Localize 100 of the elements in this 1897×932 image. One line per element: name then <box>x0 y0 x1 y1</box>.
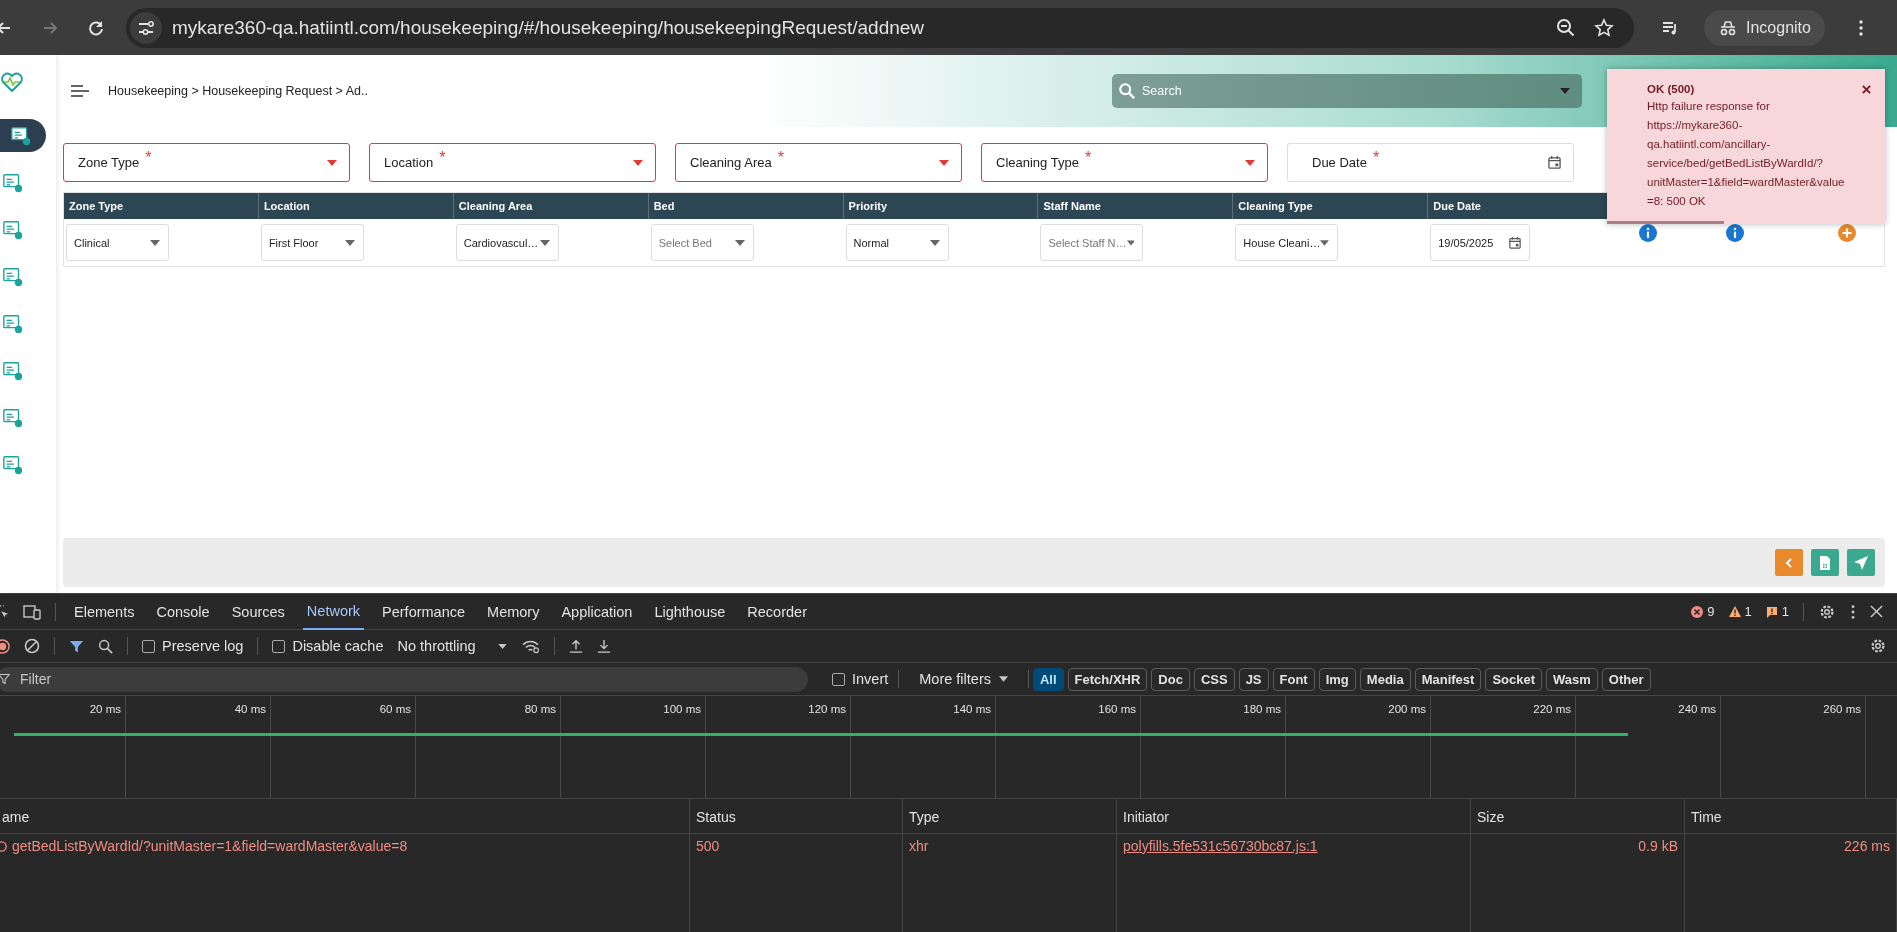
caret-icon <box>1245 159 1255 166</box>
type-filter-chip[interactable]: JS <box>1238 667 1269 691</box>
send-button[interactable] <box>1847 549 1875 576</box>
sidebar-item[interactable] <box>0 119 46 152</box>
error-icon[interactable] <box>1691 605 1704 618</box>
dropdown-field[interactable]: Cleaning Type * <box>981 143 1268 182</box>
search-icon[interactable] <box>98 638 113 654</box>
filter-field[interactable]: Filter <box>0 666 808 692</box>
menu-icon[interactable] <box>70 84 90 98</box>
column-header: Due Date <box>1433 200 1481 212</box>
dropdown-field[interactable]: Location * <box>369 143 656 182</box>
time-value: 226 ms <box>1844 838 1890 854</box>
dropdown-field[interactable]: Zone Type * <box>63 143 350 182</box>
devtools-tab[interactable]: Memory <box>483 593 544 630</box>
type-filter-chip[interactable]: Wasm <box>1546 667 1598 691</box>
address-bar[interactable]: mykare360-qa.hatiintl.com/housekeeping/#/housekeeping/housekeepingRequest/addnew <box>126 7 1634 48</box>
caret-icon <box>999 676 1008 682</box>
info-icon[interactable] <box>1639 223 1658 242</box>
more-filters-dropdown[interactable]: More filters <box>909 671 1018 687</box>
devtools-tab[interactable]: Recorder <box>743 593 811 630</box>
caret-icon <box>1560 88 1570 94</box>
preserve-log-checkbox[interactable]: Preserve log <box>142 638 244 654</box>
add-icon[interactable] <box>1838 223 1856 242</box>
device-toolbar-icon[interactable] <box>23 603 41 620</box>
dropdown[interactable]: Select Bed <box>650 224 754 261</box>
column-header: Size <box>1477 809 1505 825</box>
devtools-tab[interactable]: Elements <box>70 593 139 630</box>
devtools-tab[interactable]: Performance <box>378 593 470 630</box>
dropdown[interactable]: Select Staff N… <box>1040 224 1144 261</box>
caret-icon <box>1320 239 1330 246</box>
caret-icon <box>327 159 337 166</box>
network-conditions-icon[interactable] <box>520 638 540 654</box>
info-icon[interactable] <box>1726 223 1745 242</box>
dropdown[interactable]: First Floor <box>260 224 364 261</box>
caret-icon <box>497 643 507 649</box>
type-filter-chip[interactable]: Other <box>1601 667 1651 691</box>
filter-input[interactable]: Filter <box>18 670 808 688</box>
devtools-tab[interactable]: Sources <box>227 593 289 630</box>
site-settings-icon[interactable] <box>130 11 162 44</box>
download-icon[interactable] <box>596 639 611 653</box>
type-filter-chip[interactable]: All <box>1033 667 1064 691</box>
time-tick-label: 40 ms <box>233 703 266 715</box>
type-filter-chip[interactable]: Doc <box>1151 667 1190 691</box>
type-filter-chip[interactable]: Media <box>1359 667 1411 691</box>
time-tick-label: 180 ms <box>1242 703 1281 715</box>
caret-icon <box>1126 239 1135 246</box>
warning-count: 1 <box>1744 604 1752 619</box>
dropdown-field[interactable]: Cleaning Area * <box>675 143 962 182</box>
clear-icon[interactable] <box>24 638 40 654</box>
zoom-icon[interactable] <box>1556 17 1576 38</box>
time-tick-label: 160 ms <box>1097 703 1136 715</box>
column-header: Cleaning Area <box>458 200 533 212</box>
type-filter-chip[interactable]: Manifest <box>1414 667 1482 691</box>
time-tick-label: 240 ms <box>1677 703 1716 715</box>
date-field[interactable]: Due Date * <box>1287 143 1574 182</box>
type-filter-chip[interactable]: Img <box>1318 667 1356 691</box>
devtools-tab[interactable]: Network <box>302 593 365 630</box>
initiator-link[interactable]: polyfills.5fe531c56730bc87.js:1 <box>1123 838 1318 854</box>
dropdown[interactable]: Normal <box>845 224 949 261</box>
filter-icon[interactable] <box>69 638 84 654</box>
error-count: 9 <box>1707 604 1715 619</box>
request-row[interactable]: getBedListByWardId/?unitMaster=1&field=wardMaster&value=8 500 xhr polyfills.5fe531c56730bc87.js:1 0.9 kB 226 ms <box>0 834 1897 858</box>
invert-checkbox[interactable]: Invert <box>832 671 889 687</box>
type-filter-chip[interactable]: Socket <box>1485 667 1543 691</box>
more-icon[interactable] <box>1850 603 1856 620</box>
caret-icon <box>939 159 949 166</box>
time-tick-label: 120 ms <box>807 703 846 715</box>
required-mark: * <box>439 149 446 167</box>
issue-icon[interactable] <box>1765 605 1778 618</box>
dropdown[interactable]: Clinical <box>66 224 169 261</box>
calendar-icon <box>1548 156 1561 169</box>
devtools-tab[interactable]: Application <box>557 593 637 630</box>
dropdown[interactable]: House Cleani… <box>1235 224 1339 261</box>
upload-icon[interactable] <box>568 639 583 653</box>
devtools-tab[interactable]: Lighthouse <box>650 593 730 630</box>
time-tick-label: 140 ms <box>952 703 991 715</box>
record-icon[interactable] <box>0 638 10 654</box>
column-header: ame <box>2 809 30 825</box>
time-tick-label: 220 ms <box>1532 703 1571 715</box>
close-icon[interactable] <box>1862 84 1871 94</box>
save-button[interactable] <box>1811 549 1839 576</box>
devtools-tab[interactable]: Console <box>152 593 214 630</box>
caret-icon <box>929 239 940 246</box>
time-tick-label: 20 ms <box>88 703 121 715</box>
type-filter-chip[interactable]: Font <box>1272 667 1315 691</box>
warning-icon[interactable] <box>1728 605 1741 618</box>
throttling-dropdown[interactable]: No throttling <box>397 638 507 654</box>
star-icon[interactable] <box>1594 17 1614 38</box>
date-field[interactable]: 19/05/2025 <box>1430 224 1531 261</box>
dropdown[interactable]: Cardiovascul… <box>455 224 559 261</box>
disable-cache-checkbox[interactable]: Disable cache <box>272 638 384 654</box>
search-field[interactable]: Search <box>1112 74 1582 108</box>
search-input[interactable]: Search <box>1140 83 1556 99</box>
type-filter-chip[interactable]: CSS <box>1193 667 1235 691</box>
settings-icon[interactable] <box>1869 637 1887 655</box>
type-filter-chip[interactable]: Fetch/XHR <box>1067 667 1148 691</box>
column-header: Location <box>263 200 310 212</box>
send-icon <box>1853 554 1869 571</box>
module-icon <box>2 406 24 429</box>
incognito-badge[interactable]: Incognito <box>1704 9 1825 46</box>
